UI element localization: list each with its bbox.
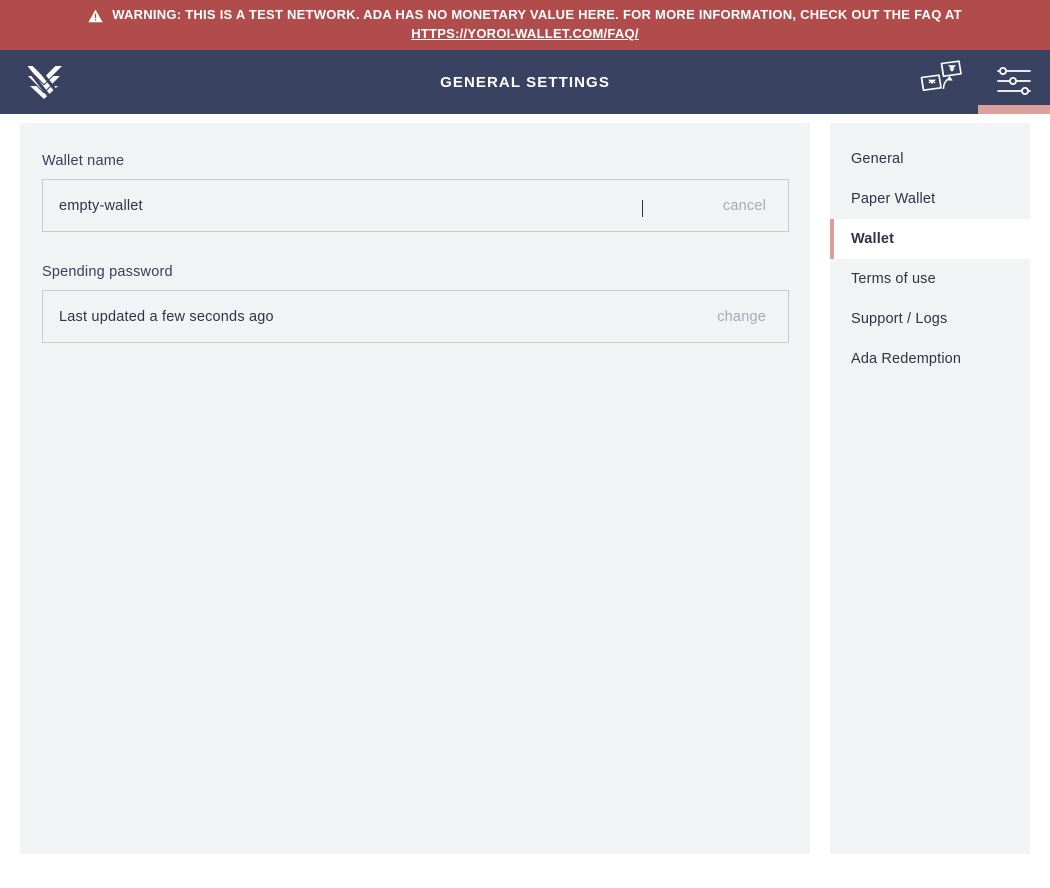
settings-page: Wallet name empty-wallet cancel Spending… bbox=[0, 114, 1050, 888]
settings-menu: General Paper Wallet Wallet Terms of use… bbox=[830, 123, 1030, 854]
topbar-actions bbox=[906, 50, 1050, 114]
settings-menu-item-paper-wallet[interactable]: Paper Wallet bbox=[830, 179, 1030, 219]
settings-menu-item-support-logs[interactable]: Support / Logs bbox=[830, 299, 1030, 339]
page-title: GENERAL SETTINGS bbox=[440, 73, 610, 91]
settings-sliders-icon bbox=[994, 64, 1034, 101]
settings-button[interactable] bbox=[978, 50, 1050, 114]
wallet-name-field[interactable]: empty-wallet cancel bbox=[42, 179, 789, 232]
warning-message-text: WARNING: THIS IS A TEST NETWORK. ADA HAS… bbox=[112, 7, 962, 23]
test-network-warning-banner: WARNING: THIS IS A TEST NETWORK. ADA HAS… bbox=[0, 0, 1050, 50]
settings-menu-item-general[interactable]: General bbox=[830, 139, 1030, 179]
menu-item-label: Wallet bbox=[851, 231, 895, 247]
settings-menu-item-wallet[interactable]: Wallet bbox=[830, 219, 1030, 259]
menu-item-label: Ada Redemption bbox=[851, 351, 962, 367]
spending-password-status: Last updated a few seconds ago bbox=[59, 308, 274, 325]
warning-message-row: WARNING: THIS IS A TEST NETWORK. ADA HAS… bbox=[88, 6, 962, 25]
menu-item-label: Terms of use bbox=[851, 271, 936, 287]
wallet-name-label: Wallet name bbox=[42, 153, 125, 169]
top-navigation-bar: GENERAL SETTINGS bbox=[0, 50, 1050, 114]
menu-item-label: Support / Logs bbox=[851, 311, 948, 327]
spending-password-field[interactable]: Last updated a few seconds ago change bbox=[42, 290, 789, 343]
wallet-transfer-button[interactable] bbox=[906, 50, 978, 114]
faq-link[interactable]: HTTPS://YOROI-WALLET.COM/FAQ/ bbox=[411, 25, 639, 44]
wallet-name-cancel-button[interactable]: cancel bbox=[723, 198, 766, 214]
yoroi-logo-icon[interactable] bbox=[23, 64, 65, 102]
wallet-transfer-icon bbox=[918, 59, 966, 106]
spending-password-label: Spending password bbox=[42, 264, 173, 280]
warning-triangle-icon bbox=[88, 9, 103, 23]
text-caret bbox=[642, 200, 643, 217]
spending-password-change-button[interactable]: change bbox=[717, 309, 766, 325]
wallet-settings-pane: Wallet name empty-wallet cancel Spending… bbox=[20, 123, 810, 854]
menu-item-label: General bbox=[851, 151, 904, 167]
wallet-name-value[interactable]: empty-wallet bbox=[43, 198, 643, 214]
settings-menu-item-terms-of-use[interactable]: Terms of use bbox=[830, 259, 1030, 299]
menu-item-label: Paper Wallet bbox=[851, 191, 936, 207]
settings-menu-item-ada-redemption[interactable]: Ada Redemption bbox=[830, 339, 1030, 379]
